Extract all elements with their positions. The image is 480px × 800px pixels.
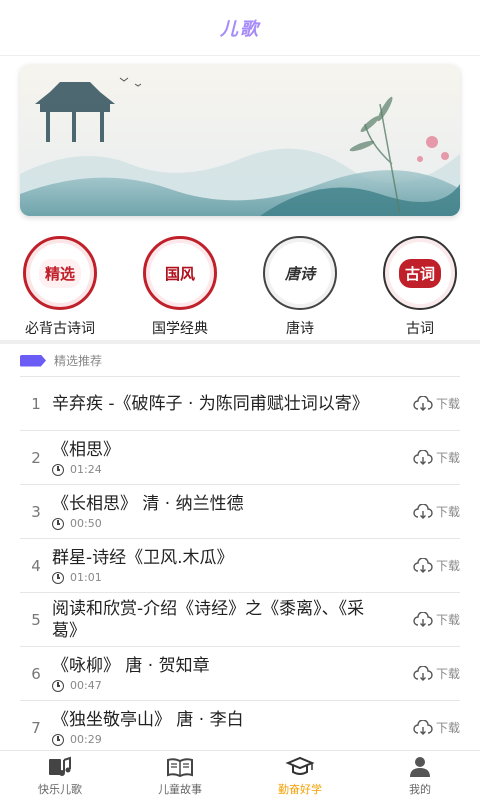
app-header: 儿歌 xyxy=(0,0,480,56)
tab-label: 快乐儿歌 xyxy=(38,782,82,796)
download-button[interactable]: 下载 xyxy=(394,503,460,520)
clock-icon xyxy=(52,463,64,476)
item-number: 4 xyxy=(31,556,41,575)
cloud-download-icon xyxy=(413,611,433,627)
list-item[interactable]: 1 辛弃疾 -《破阵子 · 为陈同甫赋壮词以寄》 下载 xyxy=(20,376,460,430)
page-title: 儿歌 xyxy=(220,18,260,40)
item-title: 辛弃疾 -《破阵子 · 为陈同甫赋壮词以寄》 xyxy=(52,393,369,414)
item-number: 6 xyxy=(31,664,41,683)
category-label: 国学经典 xyxy=(152,321,208,337)
item-duration: 00:47 xyxy=(70,679,102,692)
item-number: 1 xyxy=(31,394,41,413)
section-header: 精选推荐 xyxy=(20,352,102,369)
user-icon xyxy=(410,756,430,777)
graduation-cap-icon xyxy=(285,756,315,775)
bottom-tab-bar: 快乐儿歌 儿童故事 勤奋好学 我的 xyxy=(0,750,480,800)
clock-icon xyxy=(52,517,64,530)
category-tang-poems[interactable]: 唐诗 唐诗 xyxy=(240,232,360,340)
category-badge: 国风 xyxy=(143,236,217,310)
cloud-download-icon xyxy=(413,665,433,681)
book-icon xyxy=(167,757,193,777)
category-row: 精选 必背古诗词 国风 国学经典 唐诗 唐诗 古词 古词 xyxy=(0,232,480,340)
list-item[interactable]: 7 《独坐敬亭山》 唐 · 李白 00:29 下载 xyxy=(20,700,460,754)
category-badge: 古词 xyxy=(383,236,457,310)
download-button[interactable]: 下载 xyxy=(394,557,460,574)
item-title: 群星-诗经《卫风.木瓜》 xyxy=(52,548,234,568)
item-number: 2 xyxy=(31,448,41,467)
clock-icon xyxy=(52,733,64,746)
landscape-painting-icon xyxy=(20,64,460,216)
music-book-icon xyxy=(49,756,71,776)
download-button[interactable]: 下载 xyxy=(394,395,460,412)
category-badge: 唐诗 xyxy=(263,236,337,310)
item-title: 《咏柳》 唐 · 贺知章 xyxy=(52,656,210,676)
item-title: 《独坐敬亭山》 唐 · 李白 xyxy=(52,710,244,730)
item-title: 阅读和欣赏-介绍《诗经》之《黍离》、《采葛》 xyxy=(52,598,365,641)
cloud-download-icon xyxy=(413,719,433,735)
item-number: 3 xyxy=(31,502,41,521)
item-duration: 01:24 xyxy=(70,463,102,476)
download-button[interactable]: 下载 xyxy=(394,449,460,466)
cloud-download-icon xyxy=(413,557,433,573)
download-button[interactable]: 下载 xyxy=(394,719,460,736)
category-guoxue[interactable]: 国风 国学经典 xyxy=(120,232,240,340)
list-item[interactable]: 3 《长相思》 清 · 纳兰性德 00:50 下载 xyxy=(20,484,460,538)
tab-mine[interactable]: 我的 xyxy=(360,751,480,800)
list-item[interactable]: 4 群星-诗经《卫风.木瓜》 01:01 下载 xyxy=(20,538,460,592)
item-title: 《相思》 xyxy=(52,440,120,460)
category-badge: 精选 xyxy=(23,236,97,310)
track-list: 1 辛弃疾 -《破阵子 · 为陈同甫赋壮词以寄》 下载 2 《相思》 01:24… xyxy=(20,376,460,754)
download-button[interactable]: 下载 xyxy=(394,665,460,682)
clock-icon xyxy=(52,571,64,584)
item-duration: 01:01 xyxy=(70,571,102,584)
cloud-download-icon xyxy=(413,503,433,519)
cloud-download-icon xyxy=(413,395,433,411)
tab-study[interactable]: 勤奋好学 xyxy=(240,751,360,800)
tab-label: 勤奋好学 xyxy=(278,782,322,796)
item-title: 《长相思》 清 · 纳兰性德 xyxy=(52,494,244,514)
category-label: 唐诗 xyxy=(286,321,314,337)
category-label: 古词 xyxy=(406,321,434,337)
tab-label: 我的 xyxy=(409,782,431,796)
clock-icon xyxy=(52,679,64,692)
list-item[interactable]: 5 阅读和欣赏-介绍《诗经》之《黍离》、《采葛》 下载 xyxy=(20,592,460,646)
section-title: 精选推荐 xyxy=(54,354,103,368)
section-divider xyxy=(0,340,480,344)
item-number: 5 xyxy=(31,610,41,629)
item-duration: 00:50 xyxy=(70,517,102,530)
tab-stories[interactable]: 儿童故事 xyxy=(120,751,240,800)
tab-happy-songs[interactable]: 快乐儿歌 xyxy=(0,751,120,800)
category-label: 必背古诗词 xyxy=(25,321,95,337)
section-flag-icon xyxy=(20,354,46,367)
download-button[interactable]: 下载 xyxy=(394,611,460,628)
category-classic-poems[interactable]: 精选 必背古诗词 xyxy=(0,232,120,340)
cloud-download-icon xyxy=(413,449,433,465)
item-duration: 00:29 xyxy=(70,733,102,746)
list-item[interactable]: 6 《咏柳》 唐 · 贺知章 00:47 下载 xyxy=(20,646,460,700)
tab-label: 儿童故事 xyxy=(158,782,202,796)
item-number: 7 xyxy=(31,718,41,737)
list-item[interactable]: 2 《相思》 01:24 下载 xyxy=(20,430,460,484)
banner-image[interactable] xyxy=(20,64,460,216)
category-ci-poems[interactable]: 古词 古词 xyxy=(360,232,480,340)
